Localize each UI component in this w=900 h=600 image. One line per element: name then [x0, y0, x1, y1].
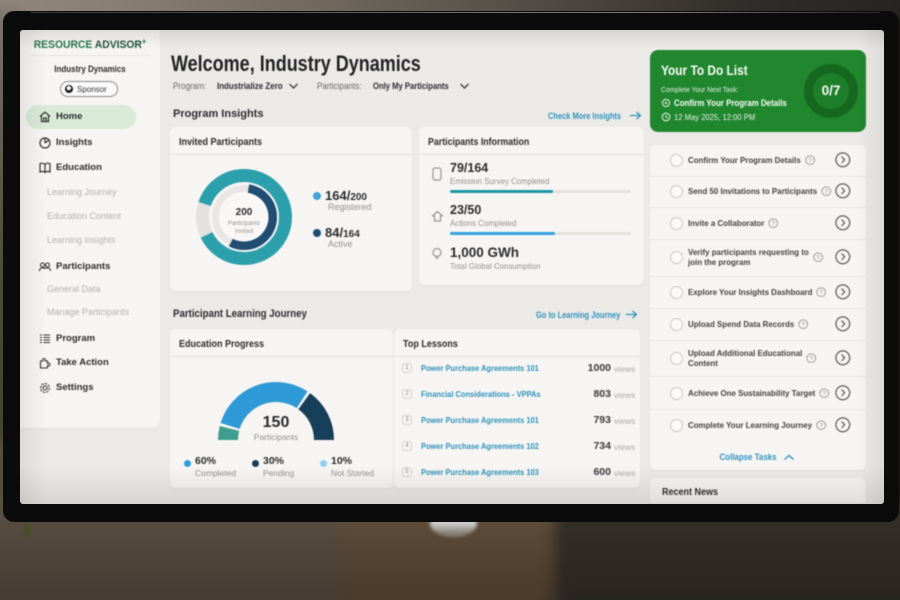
svg-text:Participants: Participants [228, 220, 260, 227]
svg-text:?: ? [823, 390, 827, 397]
svg-text:?: ? [820, 289, 824, 296]
svg-text:?: ? [808, 157, 812, 164]
svg-text:?: ? [802, 321, 806, 328]
svg-text:?: ? [810, 355, 814, 362]
svg-text:?: ? [819, 422, 823, 429]
svg-text:200: 200 [236, 207, 253, 218]
svg-text:?: ? [772, 220, 776, 227]
svg-text:Invited: Invited [235, 228, 254, 235]
svg-text:?: ? [824, 188, 828, 195]
svg-text:?: ? [816, 254, 820, 261]
